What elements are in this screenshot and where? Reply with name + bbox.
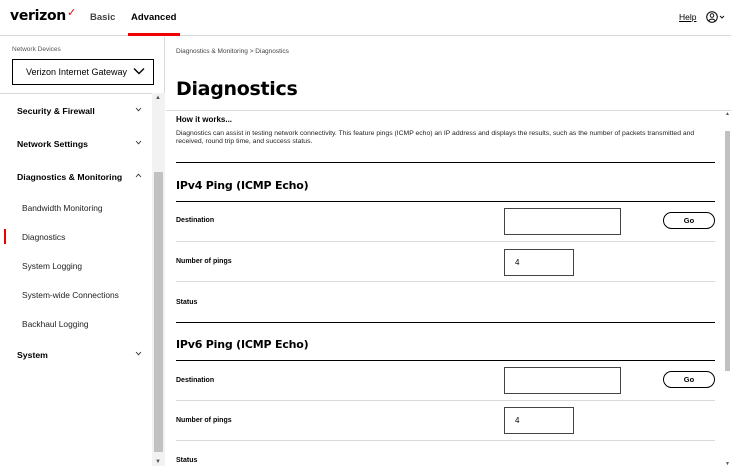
chevron-up-icon — [135, 173, 142, 178]
sidebar-scrollbar[interactable]: ▲ ▼ — [152, 93, 165, 466]
ipv6-go-button[interactable]: Go — [663, 371, 715, 388]
ipv4-number-of-pings-input[interactable]: 4 — [504, 249, 574, 276]
user-icon — [706, 11, 725, 23]
verizon-logo[interactable]: verizon✓ — [10, 6, 76, 24]
chevron-down-icon — [135, 107, 142, 112]
scroll-up-arrow-icon[interactable]: ▲ — [155, 95, 161, 101]
ipv6-ping-title: IPv6 Ping (ICMP Echo) — [176, 338, 309, 351]
page-title: Diagnostics — [176, 78, 298, 100]
sidebar-item-label: System — [17, 349, 48, 360]
sidebar-subitem-bandwidth-monitoring[interactable]: Bandwidth Monitoring — [0, 193, 152, 222]
chevron-down-icon — [135, 351, 142, 356]
ipv6-status-label: Status — [176, 457, 198, 464]
sidebar-subitem-diagnostics[interactable]: Diagnostics — [0, 222, 152, 251]
user-account-menu[interactable] — [706, 10, 726, 24]
network-device-select[interactable]: Verizon Internet Gateway — [12, 59, 154, 85]
sidebar-subitem-label: System-wide Connections — [22, 289, 119, 300]
ipv4-number-of-pings-label: Number of pings — [176, 258, 232, 265]
device-select-value: Verizon Internet Gateway — [26, 67, 128, 77]
diagnostics-panel: How it works... Diagnostics can assist i… — [166, 110, 731, 466]
tab-basic[interactable]: Basic — [90, 12, 115, 23]
scroll-down-arrow-icon[interactable]: ▼ — [725, 461, 730, 466]
breadcrumb: Diagnostics & Monitoring > Diagnostics — [176, 48, 289, 55]
sidebar-scrollbar-thumb[interactable] — [154, 172, 163, 452]
sidebar-subitem-backhaul-logging[interactable]: Backhaul Logging — [0, 309, 152, 338]
ipv4-destination-input[interactable] — [504, 208, 621, 235]
sidebar-subitem-system-wide-connections[interactable]: System-wide Connections — [0, 280, 152, 309]
main-scrollbar-thumb[interactable] — [725, 131, 730, 371]
ipv4-go-button[interactable]: Go — [663, 212, 715, 229]
ipv6-number-of-pings-label: Number of pings — [176, 417, 232, 424]
divider — [176, 360, 715, 361]
ipv6-number-of-pings-input[interactable]: 4 — [504, 407, 574, 434]
help-link[interactable]: Help — [679, 12, 696, 22]
sidebar-subitem-label: Bandwidth Monitoring — [22, 202, 103, 213]
divider — [176, 440, 715, 441]
divider — [176, 241, 715, 242]
network-devices-label: Network Devices — [12, 46, 61, 53]
chevron-down-icon — [135, 140, 142, 145]
divider — [176, 201, 715, 202]
sidebar-item-label: Diagnostics & Monitoring — [17, 171, 123, 182]
sidebar-subitem-label: Backhaul Logging — [22, 318, 89, 329]
ipv4-ping-title: IPv4 Ping (ICMP Echo) — [176, 179, 309, 192]
divider — [176, 400, 715, 401]
ipv6-destination-input[interactable] — [504, 367, 621, 394]
divider — [176, 162, 715, 163]
sidebar-item-security-firewall[interactable]: Security & Firewall — [0, 94, 152, 127]
divider — [176, 281, 715, 282]
logo-text: verizon — [10, 8, 66, 24]
sidebar-subitem-system-logging[interactable]: System Logging — [0, 251, 152, 280]
divider — [176, 322, 715, 323]
sidebar-item-diagnostics-monitoring[interactable]: Diagnostics & Monitoring — [0, 160, 152, 193]
sidebar-item-label: Security & Firewall — [17, 105, 95, 116]
logo-check-icon: ✓ — [66, 6, 76, 19]
sidebar-subitem-label: Diagnostics — [22, 231, 66, 242]
how-it-works-title: How it works... — [176, 115, 233, 124]
how-it-works-text: Diagnostics can assist in testing networ… — [176, 130, 695, 146]
ipv6-destination-label: Destination — [176, 377, 215, 384]
chevron-down-icon — [133, 68, 145, 75]
sidebar: Network Devices Verizon Internet Gateway… — [0, 37, 165, 466]
main-scrollbar[interactable]: ▲ ▼ — [724, 111, 731, 466]
main-content: Diagnostics & Monitoring > Diagnostics D… — [166, 37, 731, 466]
sidebar-menu: Security & Firewall Network Settings Dia… — [0, 93, 152, 371]
ipv4-status-label: Status — [176, 299, 198, 306]
top-header: verizon✓ Basic Advanced Help — [0, 0, 731, 36]
ipv4-destination-label: Destination — [176, 217, 215, 224]
tab-advanced[interactable]: Advanced — [127, 12, 181, 36]
scroll-up-arrow-icon[interactable]: ▲ — [725, 111, 730, 117]
sidebar-item-system[interactable]: System — [0, 338, 152, 371]
sidebar-subitem-label: System Logging — [22, 260, 83, 271]
sidebar-item-network-settings[interactable]: Network Settings — [0, 127, 152, 160]
scroll-down-arrow-icon[interactable]: ▼ — [155, 459, 161, 465]
sidebar-item-label: Network Settings — [17, 138, 88, 149]
